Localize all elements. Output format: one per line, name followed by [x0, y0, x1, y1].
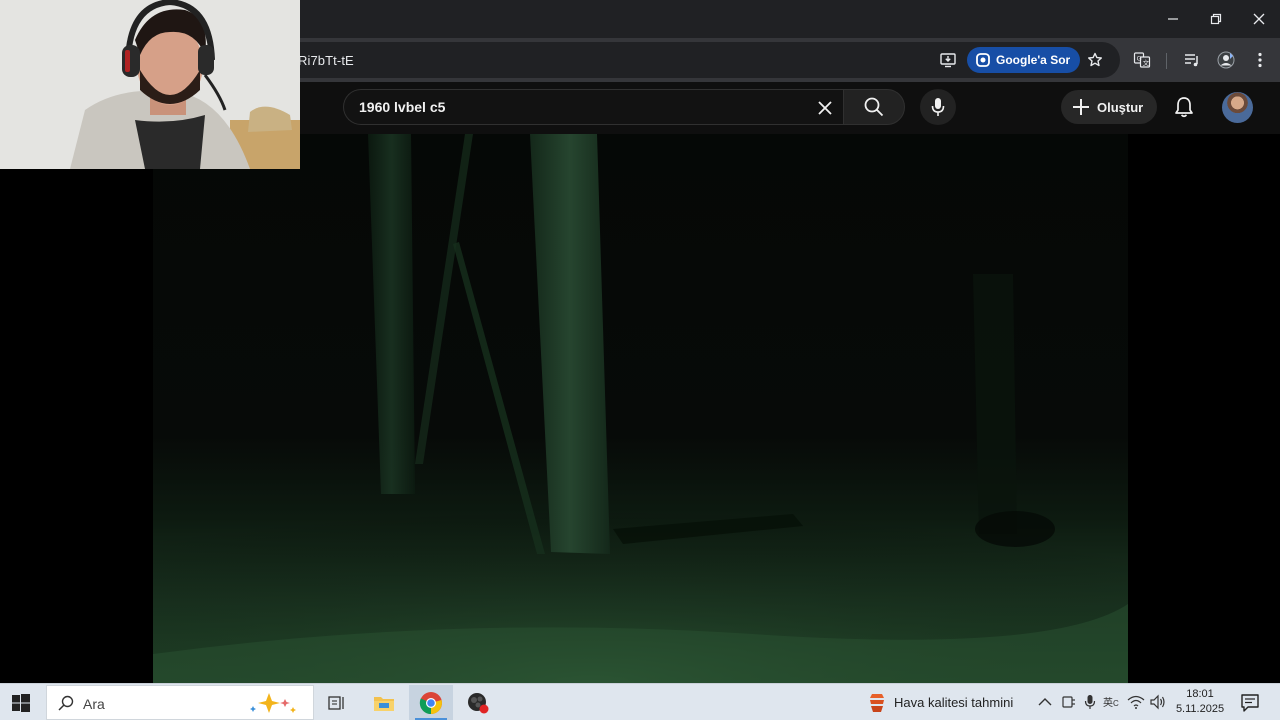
bell-icon	[1175, 97, 1193, 118]
create-label: Oluştur	[1097, 99, 1144, 115]
close-icon	[818, 101, 832, 115]
more-vertical-icon	[1258, 52, 1262, 68]
svg-text:文: 文	[1143, 58, 1150, 67]
tray-language-button[interactable]: 英 C	[1103, 693, 1121, 711]
plus-icon	[1073, 99, 1089, 115]
taskbar-search-box[interactable]: Ara	[46, 685, 314, 720]
recording-app-button[interactable]	[456, 685, 500, 720]
account-avatar[interactable]	[1222, 92, 1253, 123]
device-icon	[1062, 696, 1075, 708]
playlist-music-icon	[1185, 54, 1198, 67]
windows-logo-icon	[12, 694, 30, 712]
youtube-search-button[interactable]	[843, 89, 905, 125]
task-view-button[interactable]	[315, 685, 359, 720]
tray-volume-button[interactable]	[1149, 693, 1167, 711]
weather-label: Hava kalitesi tahmini	[894, 695, 1014, 710]
webcam-person-image	[0, 0, 300, 169]
bookmark-button[interactable]	[1084, 49, 1106, 71]
wifi-icon	[1127, 695, 1145, 709]
video-player-area	[0, 134, 1280, 683]
clear-search-button[interactable]	[811, 94, 839, 122]
air-quality-icon	[870, 693, 884, 712]
show-hidden-icons-button[interactable]	[1036, 693, 1054, 711]
google-lens-icon	[976, 53, 990, 67]
install-app-icon	[940, 53, 956, 68]
windows-taskbar: Ara Hava kalitesi tahmini 英 C 18:01 5.11…	[0, 683, 1280, 720]
chrome-icon	[419, 691, 442, 714]
translate-button[interactable]: G 文	[1128, 46, 1156, 74]
notifications-button[interactable]	[1169, 92, 1199, 122]
svg-text:英: 英	[1103, 696, 1113, 709]
tray-microphone-button[interactable]	[1081, 693, 1099, 711]
microphone-icon	[931, 98, 945, 116]
file-explorer-button[interactable]	[362, 685, 406, 720]
translate-icon: G 文	[1133, 52, 1151, 68]
minimize-button[interactable]	[1151, 0, 1194, 38]
clock-time: 18:01	[1186, 688, 1214, 700]
svg-text:G: G	[1137, 56, 1142, 63]
search-icon	[864, 97, 884, 117]
chevron-up-icon	[1038, 698, 1052, 706]
profile-extension-button[interactable]	[1212, 46, 1240, 74]
webcam-overlay	[0, 0, 300, 169]
media-control-button[interactable]	[1178, 46, 1206, 74]
taskbar-search-placeholder: Ara	[83, 696, 105, 712]
keyboard-language-icon: 英 C	[1103, 696, 1119, 709]
tray-wifi-button[interactable]	[1127, 693, 1145, 711]
video-frame-night-scene	[153, 134, 1128, 683]
window-controls	[1151, 0, 1280, 38]
create-button[interactable]: Oluştur	[1061, 90, 1158, 124]
star-icon	[1088, 52, 1102, 67]
profile-extension-icon	[1217, 51, 1235, 69]
svg-text:C: C	[1113, 699, 1119, 708]
chrome-taskbar-button[interactable]	[409, 685, 453, 720]
folder-icon	[374, 696, 394, 711]
minimize-icon	[1167, 18, 1178, 20]
clock-date: 5.11.2025	[1175, 703, 1225, 715]
youtube-search-query[interactable]: 1960 lvbel c5	[359, 99, 445, 115]
restore-button[interactable]	[1194, 0, 1237, 38]
close-button[interactable]	[1237, 0, 1280, 38]
toolbar-separator	[1166, 53, 1167, 69]
address-bar-url: Ri7bTt-tE	[298, 53, 354, 68]
start-button[interactable]	[10, 692, 32, 714]
taskbar-clock[interactable]: 18:01 5.11.2025	[1172, 687, 1228, 717]
tray-device-button[interactable]	[1059, 693, 1077, 711]
search-highlight-sparkles-icon	[250, 693, 296, 713]
ask-google-button[interactable]: Google'a Sor	[967, 47, 1081, 73]
task-view-icon	[328, 695, 344, 710]
ask-google-label: Google'a Sor	[996, 53, 1071, 67]
speaker-icon	[1150, 694, 1165, 710]
install-app-button[interactable]	[937, 49, 959, 71]
microphone-icon	[1084, 695, 1096, 709]
close-icon	[1253, 13, 1264, 25]
weather-widget[interactable]: Hava kalitesi tahmini	[868, 685, 1013, 720]
screen: Ri7bTt-tE Google'a Sor G 文 1960 lvbel c5…	[0, 0, 1280, 720]
youtube-search-box[interactable]: 1960 lvbel c5	[343, 89, 843, 125]
restore-icon	[1210, 13, 1221, 25]
notification-center-button[interactable]	[1238, 691, 1262, 715]
obs-recording-icon	[468, 692, 489, 713]
chrome-menu-button[interactable]	[1246, 46, 1274, 74]
voice-search-button[interactable]	[920, 89, 956, 125]
video-player[interactable]	[153, 134, 1128, 683]
search-icon	[58, 695, 74, 711]
notification-icon	[1241, 694, 1259, 712]
